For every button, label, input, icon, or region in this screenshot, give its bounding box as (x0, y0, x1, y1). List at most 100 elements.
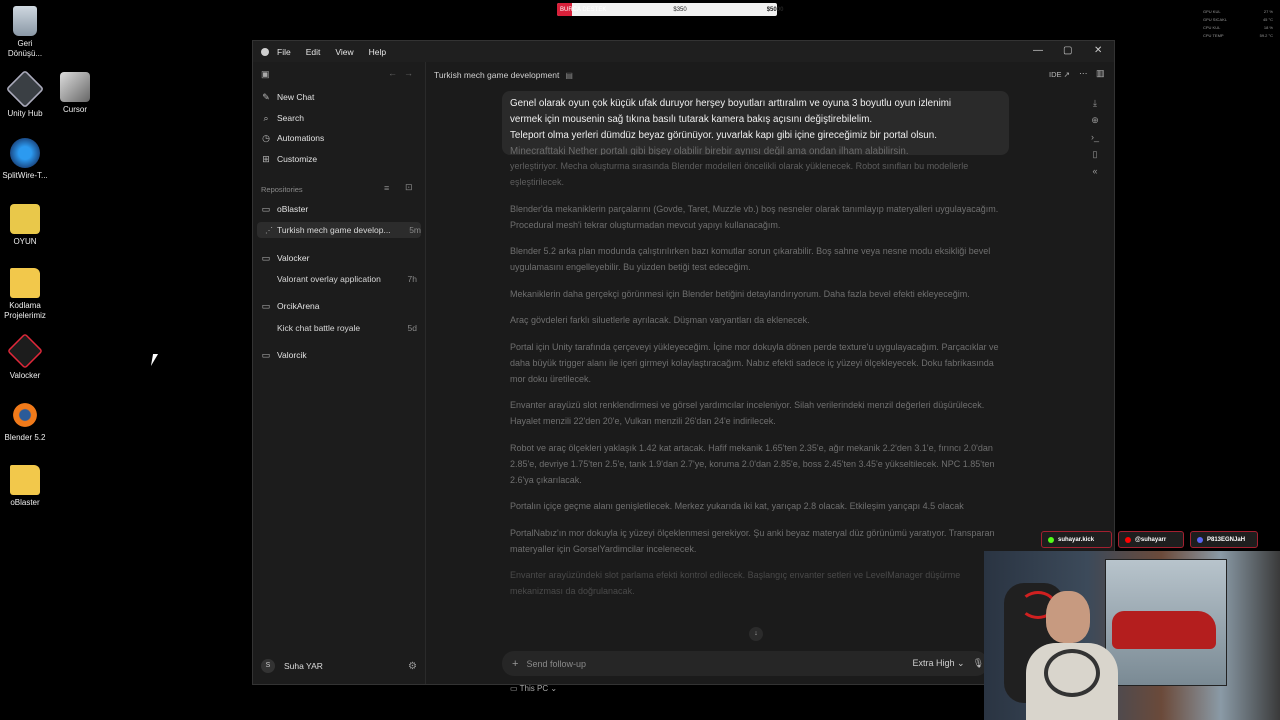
thread-title-heading: Turkish mech game development (434, 70, 560, 80)
filter-icon[interactable]: ≡ (384, 183, 389, 193)
sidebar-item-label: Customize (277, 154, 318, 164)
thread-title: Kick chat battle royale (277, 323, 361, 333)
blender-icon (10, 400, 40, 430)
desktop-icon-label: OYUN (13, 237, 37, 246)
minimize-icon[interactable]: — (1033, 45, 1043, 56)
user-message-bubble: Genel olarak oyun çok küçük ufak duruyor… (502, 91, 1009, 155)
discord-handle-badge: P813EGNJaH (1190, 531, 1258, 548)
kick-handle-badge: suhayar.kick (1041, 531, 1112, 548)
user-profile-row[interactable]: S Suha YAR ⚙ (261, 658, 417, 674)
document-icon[interactable]: ▯ (1088, 146, 1102, 163)
environment-label: This PC ⌄ (519, 684, 558, 693)
attach-plus-icon[interactable]: + (512, 658, 518, 670)
assistant-transcript: yerleştiriyor. Mecha oluşturma sırasında… (510, 158, 1005, 610)
youtube-handle-badge: @suhayarr (1118, 531, 1184, 548)
hw-stat-value: 27 % (1263, 9, 1273, 14)
hardware-stats-overlay: GPU KUL 27 % GPU SICAKL 45 °C CPU KUL 18 % … (1203, 8, 1273, 40)
transcript-paragraph: Robot ve araç ölçekleri yaklaşık 1.42 ka… (510, 442, 995, 485)
terminal-icon[interactable]: ›_ (1088, 129, 1102, 146)
desktop-icon-blender[interactable]: Blender 5.2 (0, 400, 50, 443)
hw-stat-label: CPU KUL (1203, 25, 1221, 30)
thread-kick-chat[interactable]: Kick chat battle royale 5d (277, 320, 417, 336)
thread-title: Turkish mech game develop... (277, 225, 391, 235)
kick-icon (1048, 536, 1054, 543)
thread-age: 5m (409, 225, 421, 235)
thread-valorant-overlay[interactable]: Valorant overlay application 7h (277, 271, 417, 287)
user-message-line: vermek için mousenin sağ tıkına basılı t… (510, 114, 873, 125)
toggle-panel-icon[interactable]: ▥ (1096, 68, 1105, 79)
menu-edit[interactable]: Edit (306, 47, 321, 57)
repo-valocker[interactable]: ▭ Valocker (261, 250, 310, 266)
microphone-icon[interactable]: 🎙 (973, 658, 984, 669)
desktop-icon-unity-hub[interactable]: Unity Hub (0, 69, 50, 119)
transcript-paragraph: Mekaniklerin daha gerçekçi görünmesi içi… (510, 288, 970, 299)
webcam-feed (984, 551, 1280, 720)
globe-icon[interactable]: ⊕ (1088, 112, 1102, 129)
unity-icon (5, 69, 45, 109)
reasoning-effort-select[interactable]: Extra High ⌄ (913, 658, 965, 669)
desktop-icon-recycle-bin[interactable]: Geri Dönüşü... (0, 6, 50, 59)
desktop-icon-oblaster[interactable]: oBlaster (0, 465, 50, 508)
repo-name: Valocker (277, 253, 310, 263)
desktop-icon-splitwire[interactable]: SplitWire-T... (0, 138, 50, 181)
environment-select[interactable]: ▭ This PC ⌄ (510, 684, 557, 693)
sidebar-item-new-chat[interactable]: ✎ New Chat (261, 89, 314, 105)
sidebar-item-customize[interactable]: ⊞ Customize (261, 151, 317, 167)
sidebar-item-label: Automations (277, 133, 325, 143)
desktop-icon-oyun[interactable]: OYUN (0, 204, 50, 247)
donation-current: $350 (673, 6, 687, 13)
hw-stat-label: GPU KUL (1203, 9, 1221, 14)
settings-gear-icon[interactable]: ⚙ (408, 661, 417, 672)
clock-icon: ◷ (262, 132, 270, 143)
thread-age: 7h (407, 274, 417, 284)
scroll-to-bottom-icon[interactable]: ↓ (749, 627, 763, 641)
hw-stat-label: CPU TEMP (1203, 33, 1224, 38)
sidebar: ▣ ← → ✎ New Chat ⌕ Search ◷ Automations ⊞ Cu… (253, 62, 426, 684)
donation-label: BURCA DESTEK (560, 6, 607, 13)
desktop-icon-label: Blender 5.2 (4, 433, 46, 442)
thread-turkish-mech[interactable]: ⋰ Turkish mech game develop... 5m (257, 222, 421, 238)
rename-icon[interactable]: ▤ (565, 71, 573, 80)
desktop-icon-kodlama[interactable]: Kodlama Projelerimiz (0, 268, 50, 321)
new-folder-icon[interactable]: ⊡ (405, 182, 413, 193)
user-message-line: Minecrafttaki Nether portalı gibi bişey … (510, 146, 909, 155)
menu-help[interactable]: Help (369, 47, 386, 57)
follow-up-input[interactable]: Send follow-up (526, 659, 912, 669)
forward-arrow-icon[interactable]: → (404, 68, 413, 78)
desktop-icon-label: Kodlama Projelerimiz (4, 301, 46, 320)
desktop-icon-label: Geri Dönüşü... (7, 39, 43, 58)
thread-title: Valorant overlay application (277, 274, 381, 284)
toggle-sidebar-icon[interactable]: ▣ (261, 69, 270, 80)
folder-icon (10, 465, 40, 495)
sidebar-item-automations[interactable]: ◷ Automations (261, 130, 324, 146)
transcript-paragraph: Envanter arayüzü slot renklendirmesi ve … (510, 400, 985, 426)
collapse-icon[interactable]: « (1088, 163, 1102, 180)
youtube-icon (1125, 536, 1131, 543)
mouse-pointer-icon (150, 354, 159, 366)
repo-oblaster[interactable]: ▭ oBlaster (261, 201, 308, 217)
menu-file[interactable]: File (277, 47, 291, 57)
ide-button[interactable]: IDE ↗ (1049, 70, 1070, 79)
app-logo-icon (261, 47, 269, 56)
hw-stat-value: 18 % (1263, 25, 1273, 30)
desktop-icon-cursor[interactable]: Cursor (50, 72, 100, 115)
sidebar-item-search[interactable]: ⌕ Search (261, 110, 303, 126)
desktop-icon-valocker[interactable]: Valocker (0, 332, 50, 381)
maximize-icon[interactable]: ▢ (1063, 45, 1072, 56)
repo-valorcik[interactable]: ▭ Valorcik (261, 347, 307, 363)
donation-goal-bar: BURCA DESTEK $350 $5000 (557, 3, 783, 16)
social-handle: P813EGNJaH (1207, 536, 1246, 543)
hw-stat-value: 45 °C (1262, 17, 1273, 22)
desktop-icon-label: Valocker (9, 371, 41, 380)
streamer-head (1046, 591, 1090, 643)
repo-orcikarena[interactable]: ▭ OrcikArena (261, 298, 320, 314)
user-name: Suha YAR (284, 661, 323, 671)
menu-view[interactable]: View (335, 47, 353, 57)
back-arrow-icon[interactable]: ← (388, 68, 397, 78)
transcript-paragraph: Blender'da mekaniklerin parçalarını (Gov… (510, 203, 999, 230)
folder-open-icon: ▭ (261, 252, 271, 263)
social-handle: @suhayarr (1135, 536, 1167, 543)
more-options-icon[interactable]: ⋯ (1079, 68, 1088, 79)
close-icon[interactable]: ✕ (1094, 45, 1102, 56)
download-icon[interactable]: ⤓ (1088, 95, 1102, 112)
